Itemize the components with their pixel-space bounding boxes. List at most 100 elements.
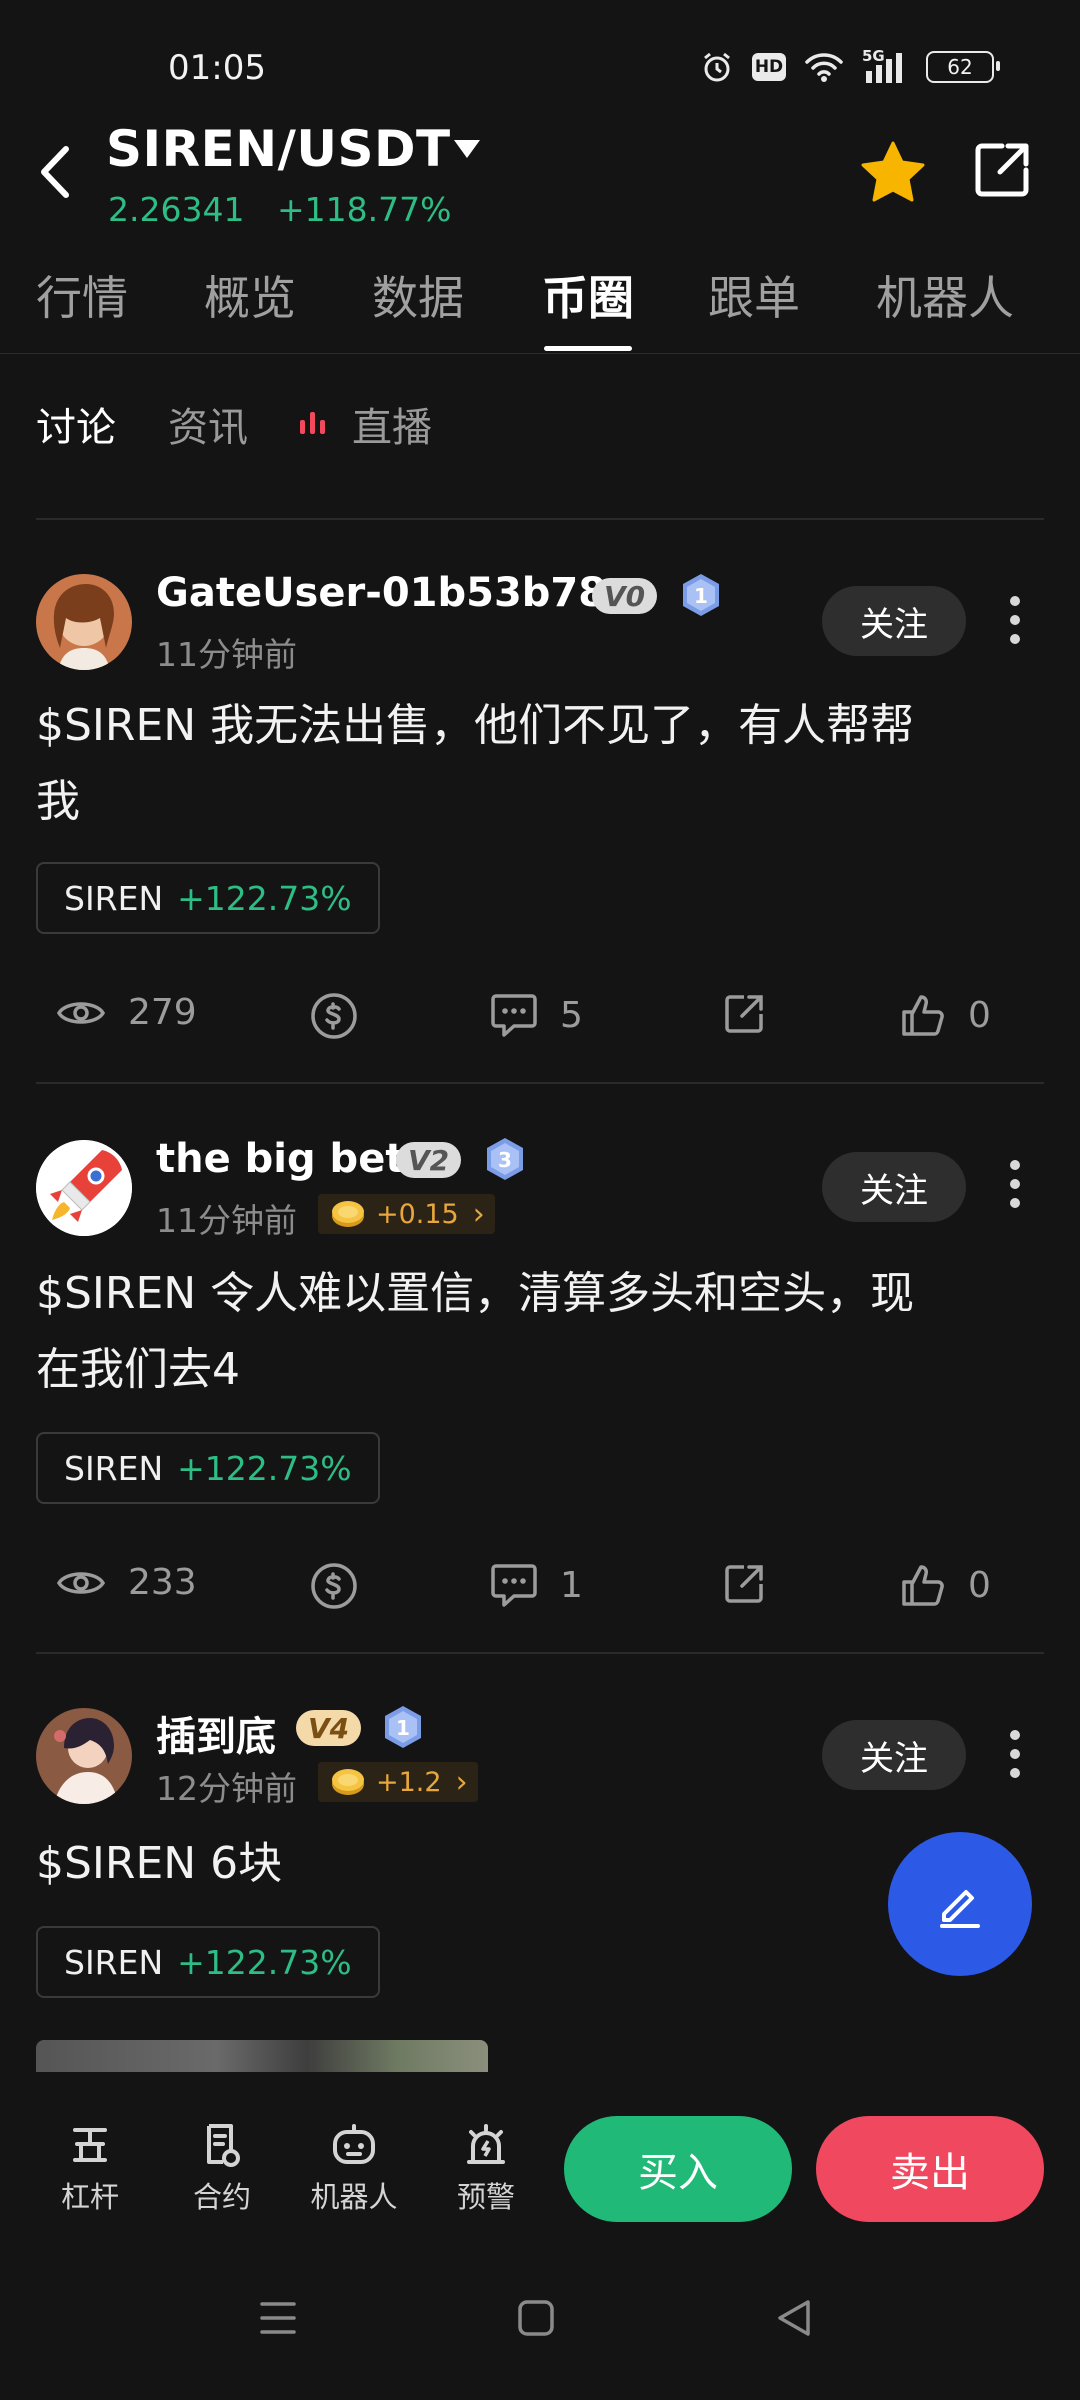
post-text: $SIREN 令人难以置信，清算多头和空头，现 在我们去4 bbox=[36, 1256, 1036, 1408]
follow-button[interactable]: 关注 bbox=[822, 1152, 966, 1222]
hd-icon: HD bbox=[752, 53, 786, 81]
comment-icon[interactable] bbox=[490, 992, 538, 1038]
post-username[interactable]: the big bet bbox=[156, 1136, 404, 1182]
coin-tag[interactable]: SIREN +122.73% bbox=[36, 1926, 380, 1998]
views-stat: 279 bbox=[56, 992, 197, 1033]
back-arrow-icon[interactable] bbox=[36, 145, 76, 199]
divider bbox=[36, 1082, 1044, 1084]
robot-label: 机器人 bbox=[310, 2180, 398, 2214]
reward-amount: +0.15 bbox=[376, 1198, 459, 1230]
tab-community[interactable]: 币圈 bbox=[542, 262, 634, 328]
post-image[interactable] bbox=[36, 2040, 488, 2076]
likes-stat[interactable]: 0 bbox=[900, 1562, 991, 1608]
post-text-line: $SIREN 6块 bbox=[36, 1838, 283, 1889]
comments-stat[interactable]: 1 bbox=[490, 1562, 583, 1608]
share-stat[interactable] bbox=[722, 992, 766, 1036]
robot-icon bbox=[333, 2124, 375, 2164]
pair-title[interactable]: SIREN/USDT bbox=[106, 120, 451, 178]
menu-icon[interactable] bbox=[258, 2298, 298, 2338]
reward-badge[interactable]: +0.15 › bbox=[318, 1194, 495, 1234]
subtab-live[interactable]: 直播 bbox=[352, 395, 432, 453]
more-options-icon[interactable] bbox=[1010, 596, 1022, 653]
post-text: $SIREN 6块 bbox=[36, 1826, 1036, 1902]
follow-button[interactable]: 关注 bbox=[822, 586, 966, 656]
tag-change: +122.73% bbox=[177, 1942, 352, 1982]
post-username[interactable]: GateUser-01b53b78 bbox=[156, 570, 606, 616]
level-number: 1 bbox=[694, 584, 708, 608]
alert-label: 预警 bbox=[456, 2180, 515, 2214]
buy-button[interactable]: 买入 bbox=[564, 2116, 792, 2222]
comments-stat[interactable]: 5 bbox=[490, 992, 583, 1038]
reward-badge[interactable]: +1.2 › bbox=[318, 1762, 478, 1802]
level-number: 1 bbox=[396, 1716, 410, 1740]
follow-button[interactable]: 关注 bbox=[822, 1720, 966, 1790]
post-text-line: $SIREN 我无法出售，他们不见了，有人帮帮 bbox=[36, 700, 915, 751]
avatar[interactable] bbox=[36, 574, 132, 670]
sell-button[interactable]: 卖出 bbox=[816, 2116, 1044, 2222]
tab-data[interactable]: 数据 bbox=[372, 262, 464, 328]
favorite-star-icon[interactable] bbox=[860, 140, 926, 202]
post-time: 12分钟前 bbox=[156, 1769, 297, 1808]
pen-icon bbox=[940, 1890, 980, 1928]
post-username[interactable]: 插到底 bbox=[156, 1704, 276, 1762]
tag-symbol: SIREN bbox=[64, 878, 164, 918]
contract-icon bbox=[207, 2124, 240, 2167]
more-options-icon[interactable] bbox=[1010, 1730, 1022, 1787]
battery-icon: 62 bbox=[926, 51, 1000, 83]
post-text-line: $SIREN 令人难以置信，清算多头和空头，现 bbox=[36, 1268, 915, 1319]
tab-market[interactable]: 行情 bbox=[36, 262, 128, 328]
level-badge-icon: 1 bbox=[385, 1706, 421, 1748]
contract-button[interactable]: 合约 bbox=[162, 2122, 282, 2216]
system-nav-bar bbox=[0, 2250, 1080, 2400]
tab-overview[interactable]: 概览 bbox=[204, 262, 296, 328]
compose-post-button[interactable] bbox=[888, 1832, 1032, 1976]
tab-robot[interactable]: 机器人 bbox=[876, 262, 1014, 328]
level-badge-icon: 1 bbox=[683, 574, 719, 616]
level-number: 3 bbox=[498, 1148, 512, 1172]
wifi-icon bbox=[805, 53, 843, 82]
coin-tag[interactable]: SIREN +122.73% bbox=[36, 1432, 380, 1504]
thumbs-up-icon[interactable] bbox=[900, 1562, 946, 1608]
status-icons: HD 5G 62 bbox=[700, 47, 1000, 84]
vip-badge: V0 bbox=[592, 578, 658, 614]
avatar[interactable] bbox=[36, 1140, 132, 1236]
tag-change: +122.73% bbox=[177, 1448, 352, 1488]
home-icon[interactable] bbox=[516, 2298, 556, 2338]
tip-stat[interactable] bbox=[310, 992, 358, 1040]
likes-stat[interactable]: 0 bbox=[900, 992, 991, 1038]
comment-icon[interactable] bbox=[490, 1562, 538, 1608]
tip-coin-icon[interactable] bbox=[310, 992, 358, 1040]
likes-count: 0 bbox=[968, 1564, 991, 1606]
views-stat: 233 bbox=[56, 1562, 197, 1603]
tab-copytrade[interactable]: 跟单 bbox=[708, 262, 800, 328]
subtab-discuss[interactable]: 讨论 bbox=[36, 395, 116, 453]
likes-count: 0 bbox=[968, 994, 991, 1036]
post-time: 11分钟前 bbox=[156, 635, 297, 674]
share-icon[interactable] bbox=[722, 1562, 766, 1606]
share-stat[interactable] bbox=[722, 1562, 766, 1606]
dropdown-caret-icon[interactable] bbox=[452, 138, 482, 160]
more-options-icon[interactable] bbox=[1010, 1160, 1022, 1217]
divider bbox=[36, 518, 1044, 520]
level-badge-icon: 3 bbox=[487, 1138, 523, 1180]
post-stats: 279 5 0 bbox=[36, 992, 1044, 1052]
tip-stat[interactable] bbox=[310, 1562, 358, 1610]
alert-button[interactable]: 预警 bbox=[426, 2122, 546, 2216]
subtab-news[interactable]: 资讯 bbox=[168, 395, 248, 453]
share-icon[interactable] bbox=[972, 140, 1032, 200]
leverage-button[interactable]: 杠杆 bbox=[30, 2122, 150, 2216]
share-icon[interactable] bbox=[722, 992, 766, 1036]
comments-count: 5 bbox=[560, 994, 583, 1036]
avatar[interactable] bbox=[36, 1708, 132, 1804]
coin-tag[interactable]: SIREN +122.73% bbox=[36, 862, 380, 934]
eye-icon bbox=[56, 1001, 106, 1024]
back-icon[interactable] bbox=[774, 2298, 814, 2338]
live-icon bbox=[300, 412, 325, 434]
leverage-label: 杠杆 bbox=[60, 2180, 119, 2214]
reward-amount: +1.2 bbox=[376, 1766, 442, 1798]
robot-button[interactable]: 机器人 bbox=[294, 2122, 414, 2216]
views-count: 279 bbox=[128, 992, 197, 1033]
tip-coin-icon[interactable] bbox=[310, 1562, 358, 1610]
alarm-icon bbox=[704, 52, 730, 82]
thumbs-up-icon[interactable] bbox=[900, 992, 946, 1038]
